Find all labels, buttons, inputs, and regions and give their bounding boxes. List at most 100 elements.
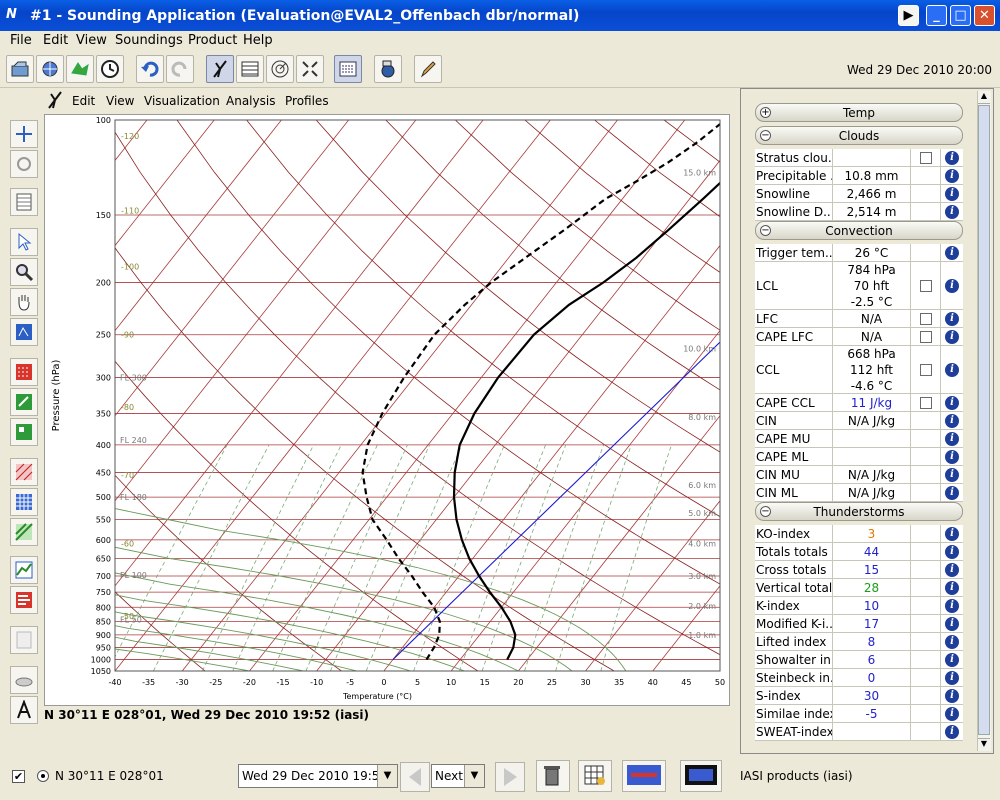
transfer-icon[interactable] bbox=[622, 760, 666, 792]
info-button[interactable]: i bbox=[941, 466, 963, 483]
collapse-icon[interactable]: − bbox=[760, 225, 771, 236]
table-icon[interactable] bbox=[236, 55, 264, 83]
open-icon[interactable] bbox=[6, 55, 34, 83]
menu-file[interactable]: File bbox=[10, 33, 32, 48]
cloud-icon[interactable] bbox=[10, 666, 38, 694]
skewt-icon[interactable] bbox=[206, 55, 234, 83]
maximize-button[interactable]: □ bbox=[950, 5, 971, 26]
chevron-down-icon[interactable]: ▼ bbox=[464, 765, 484, 787]
hodograph-icon[interactable] bbox=[266, 55, 294, 83]
index-checkbox[interactable] bbox=[919, 396, 932, 409]
info-button[interactable]: i bbox=[941, 687, 963, 704]
info-button[interactable]: i bbox=[941, 244, 963, 261]
green2-icon[interactable] bbox=[10, 418, 38, 446]
scroll-up-icon[interactable]: ▲ bbox=[978, 91, 990, 104]
collapse-icon[interactable]: − bbox=[760, 506, 771, 517]
diagram-menu-profiles[interactable]: Profiles bbox=[285, 94, 329, 108]
info-button[interactable]: i bbox=[941, 615, 963, 632]
info-button[interactable]: i bbox=[941, 310, 963, 327]
chevron-down-icon[interactable]: ▼ bbox=[377, 765, 397, 787]
info-button[interactable]: i bbox=[941, 705, 963, 722]
diagram-menu-edit[interactable]: Edit bbox=[72, 94, 95, 108]
play-forward-button[interactable] bbox=[495, 762, 525, 792]
info-button[interactable]: i bbox=[941, 346, 963, 393]
export-icon[interactable] bbox=[680, 760, 722, 792]
skewt-chart-area[interactable]: 100 150 200 250 300 350 400 450 500 550 600 650 700 7… bbox=[44, 114, 730, 706]
section-header-clouds[interactable]: − Clouds bbox=[755, 126, 963, 145]
redo-icon[interactable] bbox=[166, 55, 194, 83]
pointer-icon[interactable] bbox=[10, 228, 38, 256]
wind-icon[interactable] bbox=[10, 586, 38, 614]
menu-edit[interactable]: Edit bbox=[43, 33, 68, 48]
diagram-menu-view[interactable]: View bbox=[106, 94, 134, 108]
info-button[interactable]: i bbox=[941, 723, 963, 740]
grid-blue-icon[interactable] bbox=[10, 488, 38, 516]
info-button[interactable]: i bbox=[941, 328, 963, 345]
green-stripe-icon[interactable] bbox=[10, 518, 38, 546]
info-button[interactable]: i bbox=[941, 561, 963, 578]
stat-icon[interactable] bbox=[10, 358, 38, 386]
grid-calc-icon[interactable] bbox=[578, 760, 612, 792]
diagram-menu-analysis[interactable]: Analysis bbox=[226, 94, 275, 108]
section-header-temp[interactable]: + Temp bbox=[755, 103, 963, 122]
location-radio[interactable] bbox=[37, 770, 49, 782]
index-checkbox[interactable] bbox=[919, 363, 932, 376]
select-icon[interactable] bbox=[10, 318, 38, 346]
menu-view[interactable]: View bbox=[76, 33, 107, 48]
info-button[interactable]: i bbox=[941, 430, 963, 447]
zoom-icon[interactable] bbox=[10, 258, 38, 286]
hatch-icon[interactable] bbox=[10, 458, 38, 486]
menu-help[interactable]: Help bbox=[243, 33, 273, 48]
next-select[interactable]: Next ▼ bbox=[431, 764, 485, 788]
close-button[interactable]: ✕ bbox=[974, 5, 995, 26]
grid-icon[interactable] bbox=[296, 55, 324, 83]
map-icon[interactable] bbox=[66, 55, 94, 83]
index-checkbox[interactable] bbox=[919, 151, 932, 164]
satellite-icon[interactable] bbox=[374, 55, 402, 83]
clock-icon[interactable] bbox=[96, 55, 124, 83]
info-button[interactable]: i bbox=[941, 484, 963, 501]
section-header-convection[interactable]: − Convection bbox=[755, 221, 963, 240]
skewt-diagram[interactable]: 1001502002503003504004505005506006507007… bbox=[45, 115, 731, 707]
collapse-icon[interactable]: − bbox=[760, 130, 771, 141]
info-button[interactable]: i bbox=[941, 448, 963, 465]
info-button[interactable]: i bbox=[941, 149, 963, 166]
info-button[interactable]: i bbox=[941, 167, 963, 184]
info-button[interactable]: i bbox=[941, 394, 963, 411]
table-tool-icon[interactable] bbox=[10, 188, 38, 216]
expand-icon[interactable]: + bbox=[760, 107, 771, 118]
info-button[interactable]: i bbox=[941, 412, 963, 429]
section-header-thunderstorms[interactable]: − Thunderstorms bbox=[755, 502, 963, 521]
blank-icon[interactable] bbox=[10, 626, 38, 654]
panel-scrollbar[interactable]: ▲ ▼ bbox=[977, 91, 991, 751]
info-button[interactable]: i bbox=[941, 525, 963, 542]
info-button[interactable]: i bbox=[941, 651, 963, 668]
info-button[interactable]: i bbox=[941, 203, 963, 220]
index-checkbox[interactable] bbox=[919, 279, 932, 292]
play-icon[interactable]: ▶ bbox=[898, 5, 919, 26]
scroll-down-icon[interactable]: ▼ bbox=[978, 738, 990, 751]
menu-product[interactable]: Product bbox=[188, 33, 237, 48]
scroll-thumb[interactable] bbox=[978, 105, 990, 735]
info-button[interactable]: i bbox=[941, 543, 963, 560]
pencil-icon[interactable] bbox=[414, 55, 442, 83]
info-button[interactable]: i bbox=[941, 633, 963, 650]
chart-icon[interactable] bbox=[10, 556, 38, 584]
list-icon[interactable] bbox=[334, 55, 362, 83]
menu-soundings[interactable]: Soundings bbox=[115, 33, 183, 48]
info-button[interactable]: i bbox=[941, 262, 963, 309]
info-button[interactable]: i bbox=[941, 185, 963, 202]
diagram-menu-visualization[interactable]: Visualization bbox=[144, 94, 220, 108]
pan-icon[interactable] bbox=[10, 288, 38, 316]
info-button[interactable]: i bbox=[941, 597, 963, 614]
date-select[interactable]: Wed 29 Dec 2010 19:52 ▼ bbox=[238, 764, 398, 788]
rotate-icon[interactable] bbox=[10, 150, 38, 178]
sounding-icon[interactable] bbox=[10, 696, 38, 724]
undo-icon[interactable] bbox=[136, 55, 164, 83]
globe-icon[interactable] bbox=[36, 55, 64, 83]
trash-icon[interactable] bbox=[536, 760, 570, 792]
previous-button[interactable] bbox=[400, 762, 430, 792]
move-icon[interactable] bbox=[10, 120, 38, 148]
minimize-button[interactable]: _ bbox=[926, 5, 947, 26]
index-checkbox[interactable] bbox=[919, 330, 932, 343]
